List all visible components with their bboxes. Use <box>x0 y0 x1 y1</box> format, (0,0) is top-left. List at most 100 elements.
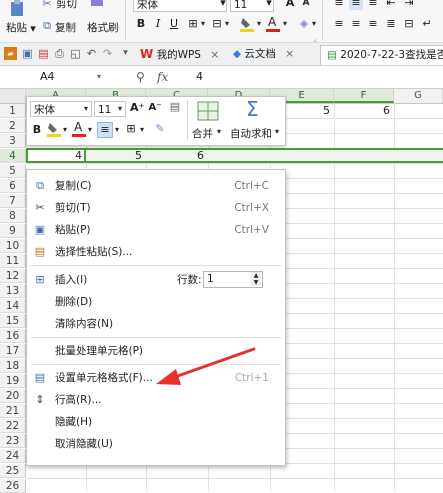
mini-format-painter-icon[interactable]: ✎ <box>153 122 167 136</box>
mini-bold-button[interactable]: B <box>31 123 43 137</box>
border-icon[interactable]: ⊞ <box>186 17 200 31</box>
mini-border-icon[interactable]: ⊞ <box>124 122 138 136</box>
row-header-22[interactable]: 22 <box>0 419 26 433</box>
chevron-down-icon[interactable]: ▾ <box>138 123 146 137</box>
grow-font-icon[interactable]: A⁺ <box>130 101 144 115</box>
chevron-down-icon[interactable]: ▾ <box>199 17 207 31</box>
row-header-3[interactable]: 3 <box>0 134 26 148</box>
row-header-14[interactable]: 14 <box>0 299 26 313</box>
copy-icon[interactable]: ⧉ <box>40 19 54 33</box>
indent-decrease-icon[interactable]: ⇤ <box>384 0 398 10</box>
chevron-down-icon[interactable]: ▾ <box>255 17 263 31</box>
row-header-11[interactable]: 11 <box>0 254 26 268</box>
paste-button[interactable]: 粘贴 <box>6 20 27 35</box>
quick-access-dropdown-icon[interactable]: ▾ <box>119 47 132 60</box>
redo-icon[interactable]: ↷ <box>101 47 114 60</box>
print-icon[interactable]: ⎙ <box>53 47 66 60</box>
menu-item-paste-special[interactable]: ▤ 选择性粘贴(S)... <box>27 241 283 263</box>
row-header-4[interactable]: 4 <box>0 149 26 163</box>
merge-button[interactable]: 合并 <box>192 126 213 141</box>
align-middle-icon[interactable]: ≡ <box>349 0 363 10</box>
cell-f1[interactable]: 6 <box>334 104 394 118</box>
row-header-17[interactable]: 17 <box>0 344 26 358</box>
save-icon[interactable]: ▣ <box>21 47 34 60</box>
chevron-down-icon[interactable]: ▾ <box>97 69 101 85</box>
merge-icon[interactable] <box>197 101 219 121</box>
autosum-icon[interactable]: Σ <box>246 97 259 121</box>
grow-font-button[interactable]: A <box>284 0 296 10</box>
shrink-font-icon[interactable]: A⁻ <box>148 101 162 115</box>
shrink-font-button[interactable]: A <box>300 0 312 10</box>
chevron-down-icon[interactable]: ▾ <box>81 102 91 116</box>
chevron-down-icon[interactable]: ▾ <box>61 123 69 137</box>
menu-item-clear[interactable]: 清除内容(N) <box>27 313 283 335</box>
menu-item-insert[interactable]: ⊞ 插入(I) 行数: 1 ▲ ▼ <box>27 269 283 291</box>
mini-font-color-icon[interactable]: A <box>72 120 86 137</box>
chevron-down-icon[interactable]: ▾ <box>113 123 121 137</box>
align-left-icon[interactable]: ≡ <box>332 17 346 31</box>
name-box[interactable]: A4 ▾ <box>0 69 108 85</box>
row-header-19[interactable]: 19 <box>0 374 26 388</box>
row-header-7[interactable]: 7 <box>0 194 26 208</box>
paste-dropdown-icon[interactable]: ▾ <box>28 22 38 36</box>
column-header-f[interactable]: F <box>334 89 394 103</box>
close-icon[interactable]: × <box>285 48 294 60</box>
menu-item-row-height[interactable]: ⇕ 行高(R)... <box>27 389 283 411</box>
row-header-25[interactable]: 25 <box>0 464 26 478</box>
menu-item-unhide[interactable]: 取消隐藏(U) <box>27 433 283 455</box>
font-color-icon[interactable]: A <box>266 15 280 32</box>
cell-b4[interactable]: 5 <box>86 149 146 163</box>
font-name-select[interactable]: 宋体 <box>133 0 227 12</box>
copy-button[interactable]: 复制 <box>55 20 76 35</box>
row-header-8[interactable]: 8 <box>0 209 26 223</box>
wrap-text-icon[interactable]: ↵ <box>420 17 434 31</box>
chevron-down-icon[interactable]: ▾ <box>115 102 125 116</box>
export-pdf-icon[interactable]: ▤ <box>37 47 50 60</box>
fx-button[interactable]: fx <box>157 69 168 85</box>
formula-input[interactable]: 4 <box>196 69 203 85</box>
row-header-15[interactable]: 15 <box>0 314 26 328</box>
clear-format-icon[interactable]: ◈ <box>297 17 311 31</box>
paste-icon[interactable] <box>8 0 36 18</box>
row-header-1[interactable]: 1 <box>0 104 26 118</box>
row-header-5[interactable]: 5 <box>0 164 26 178</box>
insert-rows-stepper[interactable]: 1 ▲ ▼ <box>203 271 263 288</box>
fill-color-icon[interactable] <box>240 16 254 32</box>
menu-item-delete[interactable]: 删除(D) <box>27 291 283 313</box>
cell-c4[interactable]: 6 <box>146 149 208 163</box>
row-header-23[interactable]: 23 <box>0 434 26 448</box>
tab-my-wps[interactable]: W 我的WPS × <box>140 45 219 64</box>
distributed-align-icon[interactable]: ⊟ <box>402 17 416 31</box>
zoom-icon[interactable]: ⚲ <box>136 69 145 85</box>
select-all-corner[interactable] <box>0 89 26 103</box>
chevron-down-icon[interactable]: ▾ <box>264 0 274 10</box>
align-top-icon[interactable]: ≡ <box>332 0 346 10</box>
autosum-button[interactable]: 自动求和 <box>230 126 272 141</box>
italic-button[interactable]: I <box>152 17 164 31</box>
row-header-9[interactable]: 9 <box>0 224 26 238</box>
format-cells-icon[interactable]: ▤ <box>168 100 182 114</box>
stepper-down-icon[interactable]: ▼ <box>251 279 261 286</box>
tab-current-file[interactable]: ▤ 2020-7-22-3查找是否 <box>320 45 443 65</box>
chevron-down-icon[interactable]: ▾ <box>86 123 94 137</box>
align-right-icon[interactable]: ≡ <box>366 17 380 31</box>
cut-button[interactable]: 剪切 <box>56 0 77 11</box>
justify-icon[interactable]: ≣ <box>384 17 398 31</box>
row-header-21[interactable]: 21 <box>0 404 26 418</box>
close-icon[interactable]: × <box>210 49 219 61</box>
row-header-16[interactable]: 16 <box>0 329 26 343</box>
chevron-down-icon[interactable]: ▾ <box>275 127 279 136</box>
cut-icon[interactable]: ✂ <box>40 0 54 11</box>
row-header-12[interactable]: 12 <box>0 269 26 283</box>
menu-item-paste[interactable]: ▣ 粘贴(P) Ctrl+V <box>27 219 283 241</box>
format-painter-button[interactable]: 格式刷 <box>87 20 119 35</box>
row-header-2[interactable]: 2 <box>0 119 26 133</box>
tab-cloud-docs[interactable]: ◆ 云文档 × <box>233 45 294 64</box>
underline-button[interactable]: U <box>168 17 180 31</box>
stepper-up-icon[interactable]: ▲ <box>251 272 261 279</box>
row-header-6[interactable]: 6 <box>0 179 26 193</box>
mini-align-center-icon[interactable]: ≡ <box>97 122 113 138</box>
chevron-down-icon[interactable]: ▾ <box>281 17 289 31</box>
column-header-g[interactable]: G <box>394 89 443 103</box>
print-preview-icon[interactable]: ◱ <box>69 47 82 60</box>
